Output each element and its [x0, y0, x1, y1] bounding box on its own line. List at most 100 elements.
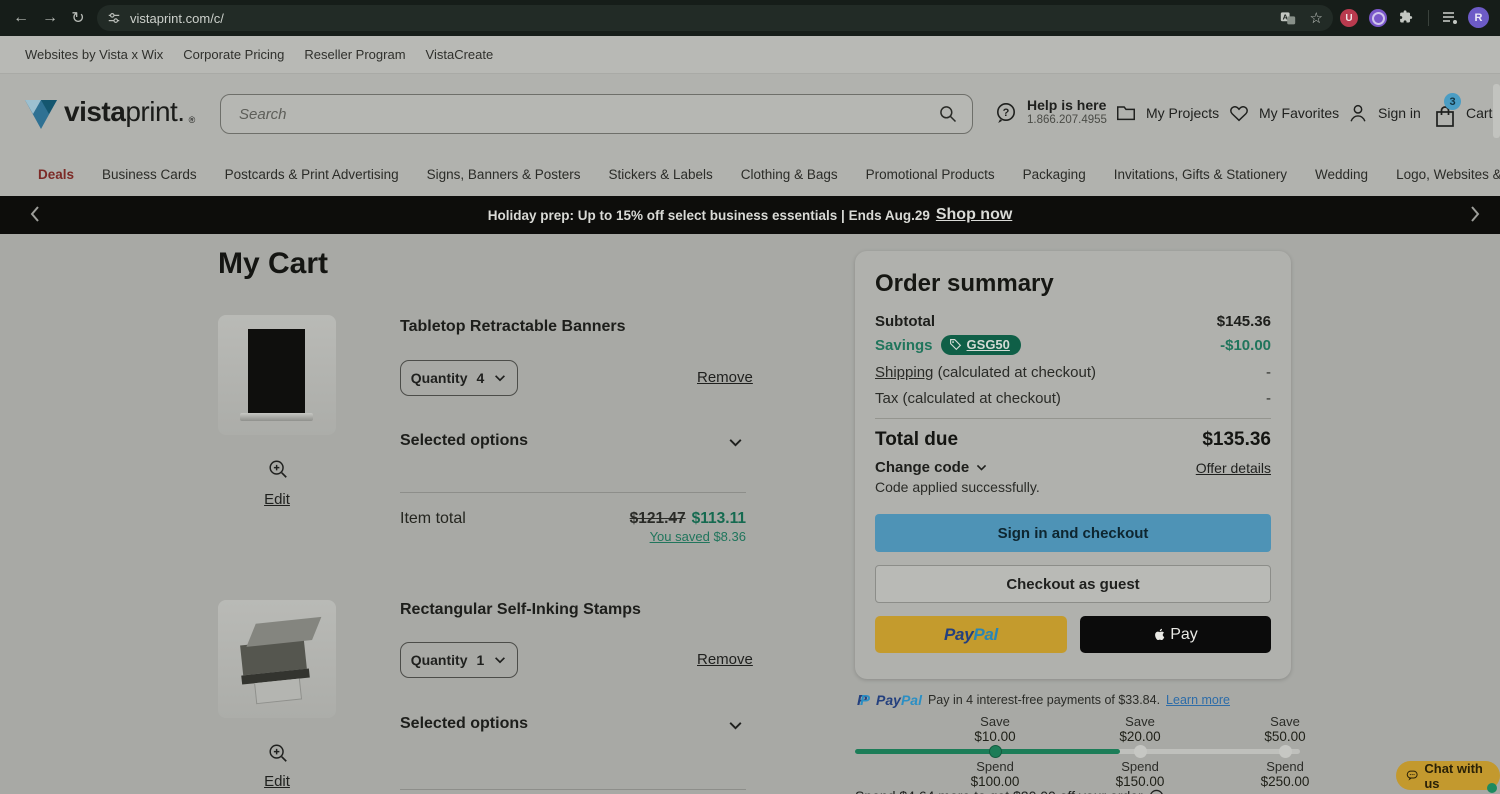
- url-text[interactable]: vistaprint.com/c/: [130, 11, 1280, 26]
- milestone-2-save: Save $20.00: [1119, 714, 1161, 744]
- main-nav-link[interactable]: Promotional Products: [866, 167, 995, 182]
- utility-nav-link[interactable]: Websites by Vista x Wix: [25, 47, 163, 62]
- chevron-down-icon: [495, 657, 506, 664]
- my-favorites-link[interactable]: My Favorites: [1228, 74, 1339, 152]
- savings-progress-slider: Save $10.00 Save $20.00 Save $50.00 Spen…: [855, 714, 1309, 789]
- selected-options-toggle[interactable]: Selected options: [400, 432, 528, 450]
- page-scrollbar[interactable]: [1493, 84, 1500, 138]
- edit-item-link[interactable]: Edit: [218, 773, 336, 790]
- main-nav-link[interactable]: Postcards & Print Advertising: [225, 167, 399, 182]
- logo-text: vistaprint.: [64, 96, 185, 127]
- quantity-label: Quantity: [410, 652, 468, 668]
- milestone-3-spend: Spend $250.00: [1260, 759, 1310, 789]
- main-nav-link[interactable]: Deals: [38, 167, 74, 182]
- help-menu[interactable]: ? Help is here 1.866.207.4955: [994, 74, 1107, 152]
- remove-item-link[interactable]: Remove: [697, 369, 753, 386]
- original-price: $121.47: [629, 510, 686, 527]
- vistaprint-mark-icon: [25, 100, 57, 129]
- browser-reload-icon[interactable]: ↻: [65, 5, 91, 31]
- learn-more-link[interactable]: Learn more: [1166, 693, 1230, 707]
- shipping-link[interactable]: Shipping: [875, 364, 933, 381]
- chevron-down-icon[interactable]: [727, 434, 744, 451]
- translate-icon[interactable]: A: [1280, 10, 1296, 26]
- search-input[interactable]: [237, 104, 938, 124]
- main-nav-link[interactable]: Signs, Banners & Posters: [427, 167, 581, 182]
- page-title: My Cart: [218, 247, 329, 280]
- paypal-button[interactable]: PayPal: [875, 616, 1067, 653]
- zoom-preview-icon[interactable]: [267, 458, 289, 480]
- total-row: Total due $135.36: [875, 429, 1271, 451]
- you-saved-link[interactable]: You saved: [650, 529, 710, 544]
- extension-purple-icon[interactable]: [1369, 9, 1387, 27]
- extensions-puzzle-icon[interactable]: [1398, 9, 1415, 26]
- info-icon[interactable]: [1149, 789, 1164, 794]
- edit-item-link[interactable]: Edit: [218, 491, 336, 508]
- sign-in-label: Sign in: [1378, 105, 1421, 121]
- apple-pay-button[interactable]: Pay: [1080, 616, 1271, 653]
- product-image-stamp[interactable]: [218, 600, 336, 718]
- vistaprint-logo[interactable]: vistaprint. ®: [22, 93, 195, 133]
- promo-code-pill[interactable]: GSG50: [940, 335, 1021, 355]
- utility-nav-link[interactable]: Reseller Program: [304, 47, 405, 62]
- banner-base-graphic: [240, 413, 313, 421]
- vistaprint-cart-page: ← → ↻ vistaprint.com/c/ A ☆ U R Websites…: [0, 0, 1500, 794]
- search-icon[interactable]: [938, 104, 958, 124]
- browser-back-icon[interactable]: ←: [8, 5, 34, 31]
- main-nav-link[interactable]: Wedding: [1315, 167, 1368, 182]
- cart-link[interactable]: 3 Cart: [1433, 74, 1492, 152]
- change-code-toggle[interactable]: Change code: [875, 459, 988, 476]
- chat-with-us-button[interactable]: Chat with us: [1396, 760, 1500, 791]
- promo-shop-now-link[interactable]: Shop now: [936, 206, 1012, 224]
- browser-forward-icon[interactable]: →: [37, 5, 63, 31]
- main-nav-link[interactable]: Packaging: [1023, 167, 1086, 182]
- selected-options-toggle[interactable]: Selected options: [400, 715, 528, 733]
- browser-address-bar[interactable]: vistaprint.com/c/ A ☆: [97, 5, 1333, 31]
- help-title: Help is here: [1027, 97, 1107, 113]
- remove-item-link[interactable]: Remove: [697, 651, 753, 668]
- quantity-value: 4: [476, 370, 485, 386]
- bookmark-star-icon[interactable]: ☆: [1310, 9, 1323, 27]
- shipping-row: Shipping (calculated at checkout) -: [875, 364, 1271, 381]
- quantity-stepper[interactable]: Quantity 4: [400, 360, 518, 396]
- extension-u-icon[interactable]: U: [1340, 9, 1358, 27]
- chat-label: Chat with us: [1424, 760, 1483, 791]
- offer-details-link[interactable]: Offer details: [1196, 460, 1271, 476]
- subtotal-value: $145.36: [1216, 313, 1271, 330]
- help-icon: ?: [997, 103, 1015, 123]
- quantity-label: Quantity: [410, 370, 468, 386]
- banner-next-icon[interactable]: [1468, 205, 1482, 223]
- main-nav-link[interactable]: Clothing & Bags: [741, 167, 838, 182]
- summary-divider: [875, 418, 1271, 419]
- main-nav-link[interactable]: Logo, Websites & Social: [1396, 167, 1500, 182]
- banner-prev-icon[interactable]: [28, 205, 42, 223]
- quantity-stepper[interactable]: Quantity 1: [400, 642, 518, 678]
- zoom-preview-icon[interactable]: [267, 742, 289, 764]
- sign-in-link[interactable]: Sign in: [1347, 74, 1421, 152]
- heart-icon: [1230, 105, 1248, 122]
- svg-text:?: ?: [1003, 107, 1010, 119]
- subtotal-label: Subtotal: [875, 313, 935, 330]
- order-summary-panel: Order summary Subtotal $145.36 Savings G…: [855, 251, 1291, 679]
- reading-list-icon[interactable]: [1442, 10, 1458, 26]
- site-info-icon[interactable]: [107, 11, 121, 25]
- sign-in-and-checkout-button[interactable]: Sign in and checkout: [875, 514, 1271, 552]
- code-row: Change code Offer details: [875, 459, 1271, 476]
- utility-nav-link[interactable]: VistaCreate: [426, 47, 494, 62]
- promo-text: Holiday prep: Up to 15% off select busin…: [487, 207, 930, 223]
- shipping-note: (calculated at checkout): [937, 364, 1096, 381]
- browser-profile-avatar[interactable]: R: [1468, 7, 1489, 28]
- chevron-down-icon[interactable]: [727, 717, 744, 734]
- utility-nav-link[interactable]: Corporate Pricing: [183, 47, 284, 62]
- svg-text:A: A: [1282, 13, 1287, 22]
- stamp-graphic: [238, 616, 322, 705]
- checkout-as-guest-button[interactable]: Checkout as guest: [875, 565, 1271, 603]
- milestone-2-dot: [1134, 745, 1147, 758]
- chrome-divider: [1428, 10, 1429, 26]
- my-projects-link[interactable]: My Projects: [1115, 74, 1219, 152]
- main-nav-link[interactable]: Invitations, Gifts & Stationery: [1114, 167, 1287, 182]
- banner-graphic: [248, 329, 305, 413]
- product-image-banner[interactable]: [218, 315, 336, 435]
- tax-label: Tax (calculated at checkout): [875, 390, 1061, 407]
- main-nav-link[interactable]: Business Cards: [102, 167, 197, 182]
- main-nav-link[interactable]: Stickers & Labels: [608, 167, 712, 182]
